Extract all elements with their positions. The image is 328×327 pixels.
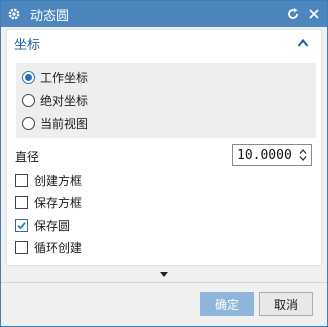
checkbox-save-circle[interactable]: 保存圆 [15, 215, 70, 235]
coordinates-section: 坐标 工作坐标 绝对坐标 当前视图 直径 10.0000 创建方框 保存方框 保… [6, 29, 322, 266]
gear-icon [6, 6, 22, 22]
checkbox-label: 循环创建 [34, 240, 83, 255]
radio-current-view[interactable]: 当前视图 [22, 113, 88, 133]
checkbox[interactable] [15, 240, 28, 254]
radio-button[interactable] [22, 93, 35, 107]
radio-label: 工作坐标 [40, 70, 89, 85]
section-title: 坐标 [14, 37, 41, 53]
diameter-label: 直径 [15, 150, 40, 164]
radio-absolute-coordinate[interactable]: 绝对坐标 [22, 90, 88, 110]
expand-down-icon[interactable] [159, 271, 169, 278]
footer-divider [1, 282, 327, 283]
checkbox-loop-create[interactable]: 循环创建 [15, 237, 82, 257]
spinner-arrows[interactable] [297, 145, 309, 165]
section-header[interactable]: 坐标 [7, 30, 321, 56]
reset-icon[interactable] [285, 6, 301, 22]
checkbox-save-box[interactable]: 保存方框 [15, 192, 82, 212]
window-title: 动态圆 [30, 8, 70, 24]
radio-button-checked[interactable] [22, 70, 35, 84]
checkbox-label: 保存圆 [34, 218, 71, 233]
close-icon[interactable] [306, 6, 322, 22]
title-bar: 动态圆 [1, 1, 327, 27]
radio-button[interactable] [22, 116, 35, 130]
spin-down-icon[interactable] [299, 156, 307, 161]
ok-button[interactable]: 确定 [200, 292, 254, 316]
checkmark-icon [17, 221, 26, 229]
diameter-input[interactable] [233, 147, 297, 163]
chevron-up-icon[interactable] [295, 35, 311, 51]
coordinate-options-group: 工作坐标 绝对坐标 当前视图 [16, 63, 316, 138]
dialog-window: 动态圆 坐标 工作坐标 绝对坐标 当前视图 直径 10.0000 创建方框 保存… [0, 0, 328, 327]
radio-label: 绝对坐标 [40, 93, 89, 108]
checkbox[interactable] [15, 173, 28, 187]
spin-up-icon[interactable] [299, 149, 307, 154]
checkbox[interactable] [15, 195, 28, 209]
checkbox-checked[interactable] [15, 218, 28, 232]
checkbox-create-box[interactable]: 创建方框 [15, 170, 82, 190]
cancel-button[interactable]: 取消 [259, 292, 313, 316]
radio-label: 当前视图 [40, 116, 89, 131]
diameter-spinner[interactable] [232, 144, 312, 166]
more-options-toggle[interactable] [6, 267, 322, 281]
radio-work-coordinate[interactable]: 工作坐标 [22, 67, 88, 87]
checkbox-label: 保存方框 [34, 195, 83, 210]
checkbox-label: 创建方框 [34, 173, 83, 188]
